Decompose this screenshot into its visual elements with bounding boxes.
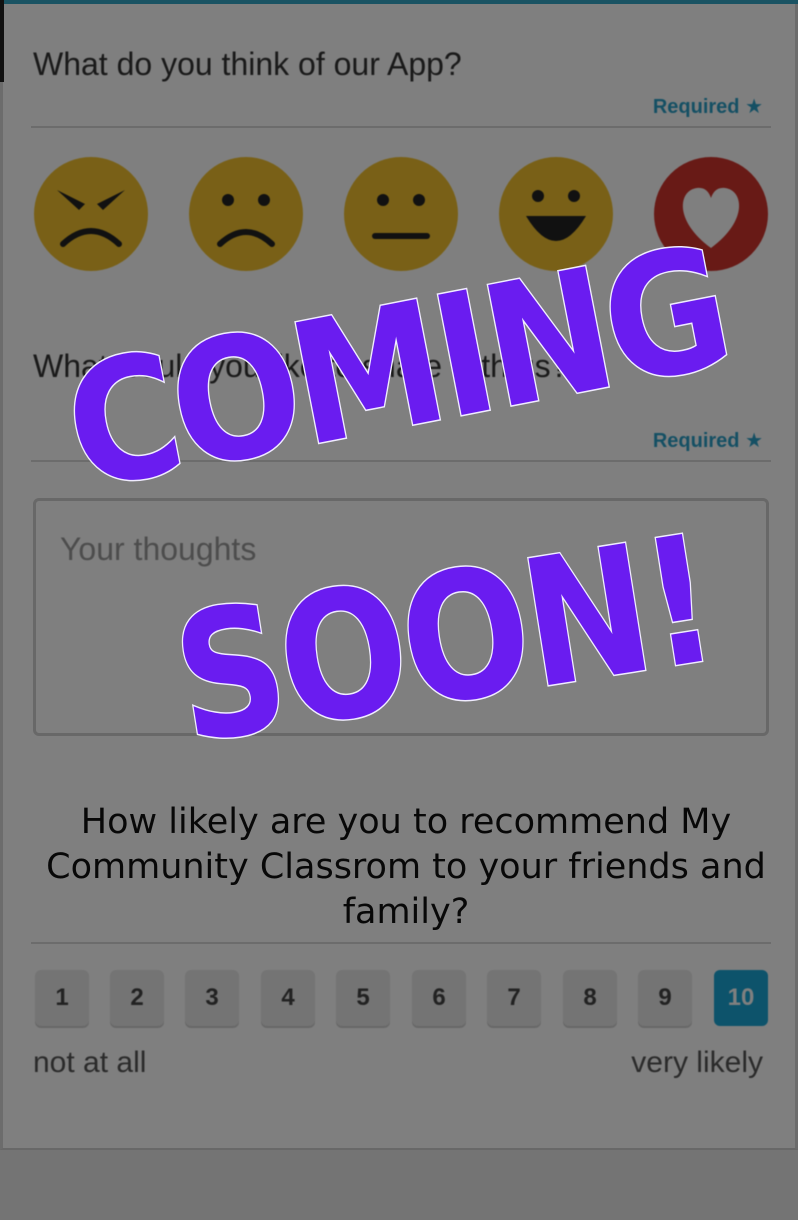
edge-mark bbox=[0, 0, 4, 82]
